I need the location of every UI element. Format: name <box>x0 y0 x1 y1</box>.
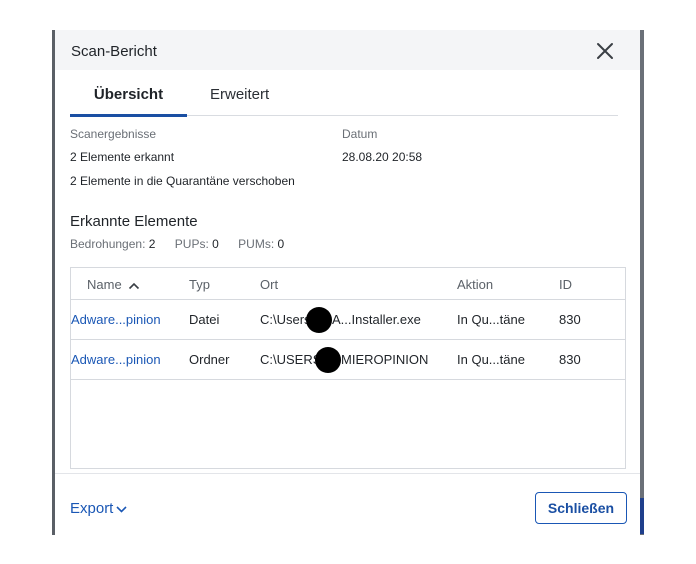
column-header-type[interactable]: Typ <box>189 277 210 292</box>
column-header-action[interactable]: Aktion <box>457 277 493 292</box>
pums-count: PUMs: 0 <box>238 237 285 251</box>
table-row[interactable]: Adware...pinion Ordner C:\USERS MIEROPIN… <box>71 340 625 380</box>
tab-bar: Übersicht Erweitert <box>70 82 618 117</box>
close-button[interactable] <box>594 40 616 62</box>
background-window-edge-right <box>640 30 644 535</box>
close-dialog-button[interactable]: Schließen <box>535 492 627 524</box>
close-icon <box>597 43 613 59</box>
item-action: In Qu...täne <box>457 312 525 327</box>
pups-count: PUPs: 0 <box>174 237 219 251</box>
scan-results-label: Scanergebnisse <box>70 127 157 141</box>
item-type: Datei <box>189 312 220 327</box>
footer-divider <box>55 473 640 474</box>
dialog-header: Scan-Bericht <box>55 30 640 70</box>
table-header: Name Typ Ort Aktion ID <box>71 268 625 300</box>
column-header-name[interactable]: Name <box>87 277 140 292</box>
scan-report-dialog: Scan-Bericht Übersicht Erweitert Scanerg… <box>55 30 640 535</box>
detected-items-heading: Erkannte Elemente <box>70 213 198 230</box>
table-row[interactable]: Adware...pinion Datei C:\Users A...Insta… <box>71 300 625 340</box>
detected-count-text: 2 Elemente erkannt <box>70 150 175 164</box>
date-label: Datum <box>342 127 378 141</box>
export-button[interactable]: Export <box>70 500 127 517</box>
active-tab-indicator <box>70 114 187 117</box>
item-type: Ordner <box>189 352 230 367</box>
sort-ascending-icon <box>128 282 139 289</box>
dialog-title: Scan-Bericht <box>71 43 157 60</box>
tab-overview[interactable]: Übersicht <box>70 86 187 117</box>
item-id: 830 <box>559 352 581 367</box>
quarantined-count-text: 2 Elemente in die Quarantäne verschoben <box>70 174 295 188</box>
tab-advanced[interactable]: Erweitert <box>210 86 269 103</box>
item-action: In Qu...täne <box>457 352 525 367</box>
redaction-mark <box>315 347 341 373</box>
detected-items-table: Name Typ Ort Aktion ID Adware...pinion D… <box>70 267 626 469</box>
item-name-link[interactable]: Adware...pinion <box>71 312 161 327</box>
export-label: Export <box>70 500 114 517</box>
background-accent-strip <box>640 498 644 534</box>
column-header-location[interactable]: Ort <box>260 277 278 292</box>
threats-count: Bedrohungen: 2 <box>70 237 156 251</box>
redaction-mark <box>306 307 332 333</box>
date-value: 28.08.20 20:58 <box>342 150 423 164</box>
item-location-start: C:\USERS <box>260 352 322 367</box>
item-location-start: C:\Users <box>260 312 311 327</box>
tab-advanced-label: Erweitert <box>210 86 270 103</box>
detection-counts: Bedrohungen: 2 PUPs: 0 PUMs: 0 <box>70 237 300 251</box>
chevron-down-icon <box>116 506 127 513</box>
tab-overview-label: Übersicht <box>93 86 164 103</box>
item-location-end: MIEROPINION <box>341 352 429 367</box>
item-location-end: A...Installer.exe <box>332 312 421 327</box>
column-header-id[interactable]: ID <box>559 277 572 292</box>
item-name-link[interactable]: Adware...pinion <box>71 352 161 367</box>
item-id: 830 <box>559 312 581 327</box>
